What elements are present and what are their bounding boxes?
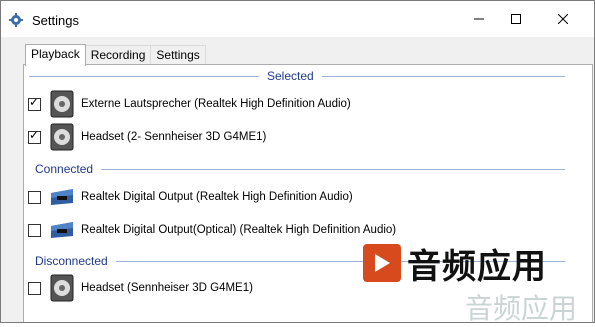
divider bbox=[101, 168, 565, 170]
digital-output-icon bbox=[51, 189, 73, 205]
maximize-button[interactable] bbox=[493, 1, 539, 37]
window-title: Settings bbox=[32, 13, 79, 28]
speaker-icon bbox=[50, 274, 74, 302]
close-icon bbox=[558, 14, 568, 24]
watermark: 音频应用 bbox=[363, 239, 583, 287]
group-label: Disconnected bbox=[35, 254, 108, 268]
device-checkbox[interactable]: ✓ bbox=[28, 128, 41, 144]
device-checkbox[interactable]: ✓ bbox=[28, 95, 41, 111]
device-checkbox[interactable] bbox=[28, 223, 41, 237]
watermark-text: 音频应用 bbox=[407, 246, 547, 287]
divider bbox=[321, 75, 565, 77]
tab-strip: Playback Recording Settings bbox=[25, 44, 206, 66]
group-label: Connected bbox=[35, 162, 94, 176]
speaker-icon bbox=[50, 90, 74, 118]
play-icon bbox=[375, 254, 390, 272]
device-checkbox[interactable] bbox=[28, 281, 41, 295]
device-row[interactable]: ✓ Externe Lautsprecher (Realtek High Def… bbox=[28, 90, 351, 118]
device-label: Realtek Digital Output (Realtek High Def… bbox=[81, 191, 353, 203]
divider bbox=[29, 75, 259, 77]
device-row[interactable]: Headset (Sennheiser 3D G4ME1) bbox=[28, 274, 253, 302]
gear-icon bbox=[9, 13, 23, 27]
device-label: Headset (2- Sennheiser 3D G4ME1) bbox=[81, 131, 267, 143]
group-header-selected: Selected bbox=[29, 69, 565, 83]
digital-output-icon bbox=[51, 222, 73, 238]
speaker-icon bbox=[50, 123, 74, 151]
device-label: Realtek Digital Output(Optical) (Realtek… bbox=[81, 224, 397, 236]
close-button[interactable] bbox=[540, 1, 586, 37]
tab-settings[interactable]: Settings bbox=[150, 45, 206, 65]
play-logo-icon bbox=[363, 244, 401, 282]
device-checkbox[interactable] bbox=[28, 190, 41, 204]
device-label: Externe Lautsprecher (Realtek High Defin… bbox=[81, 98, 351, 110]
tab-playback[interactable]: Playback bbox=[25, 44, 86, 66]
device-row[interactable]: Realtek Digital Output (Realtek High Def… bbox=[28, 183, 353, 211]
watermark-text-faint: 音频应用 bbox=[465, 292, 578, 325]
device-row[interactable]: ✓ Headset (2- Sennheiser 3D G4ME1) bbox=[28, 123, 266, 151]
title-bar[interactable]: Settings bbox=[1, 1, 594, 37]
device-label: Headset (Sennheiser 3D G4ME1) bbox=[81, 282, 253, 294]
device-row[interactable]: Realtek Digital Output(Optical) (Realtek… bbox=[28, 216, 396, 244]
group-label: Selected bbox=[267, 69, 314, 83]
tab-recording[interactable]: Recording bbox=[84, 45, 152, 65]
maximize-icon bbox=[511, 14, 521, 24]
group-header-connected: Connected bbox=[29, 162, 565, 176]
minimize-icon bbox=[474, 18, 484, 20]
